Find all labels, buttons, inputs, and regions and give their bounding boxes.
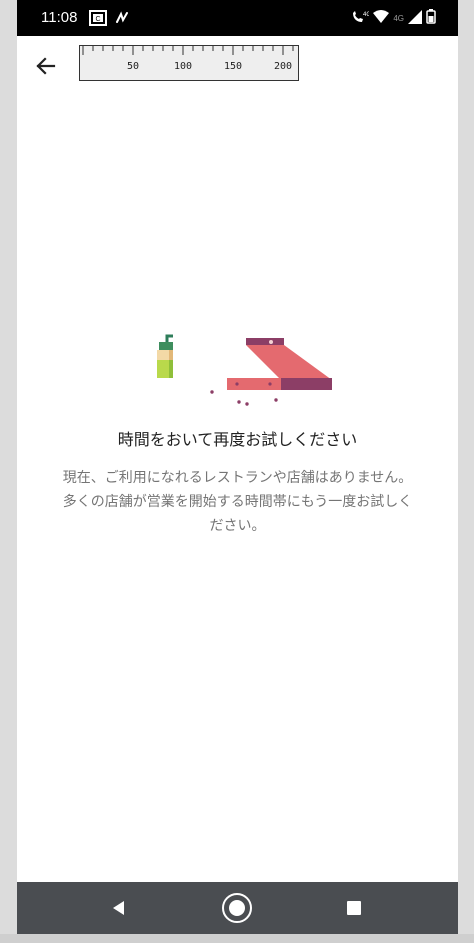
pizza-box-icon [227,338,332,390]
ruler-label-100: 100 [173,61,193,72]
nav-back-button[interactable] [103,892,135,924]
nav-home-button[interactable] [221,892,253,924]
status-time: 11:08 [41,9,78,26]
bottom-edge [0,934,474,943]
main-content: 時間をおいて再度お試しください 現在、ご利用になれるレストランや店舗はありません… [17,96,458,882]
app-bar: 50 100 150 200 [17,36,458,96]
arrow-left-icon [36,57,56,75]
empty-state-description-line-2: 多くの店舗が営業を開始する時間帯にもう一度お試しく [62,494,413,510]
system-nav-bar [17,882,458,934]
empty-state-illustration [157,334,332,406]
ruler-label-200: 200 [273,61,293,72]
squiggle-icon [115,10,129,30]
status-bar: 11:08 C 4G 4G [17,0,458,36]
ruler-label-150: 150 [223,61,243,72]
battery-icon [426,9,436,28]
circle-home-icon [222,893,252,923]
svg-text:4G: 4G [363,12,369,18]
notification-app-icon: C [89,10,107,30]
ruler-overlay: 50 100 150 200 [79,45,299,81]
drink-cup-icon [157,334,173,378]
back-button[interactable] [31,52,59,80]
wifi-icon [373,9,390,28]
ruler-label-50: 50 [126,61,140,72]
network-type-label: 4G [393,14,404,23]
empty-state-description-line-3: ださい。 [209,518,266,534]
empty-state-description-line-1: 現在、ご利用になれるレストランや店舗はありません。 [62,470,413,486]
empty-state-description: 現在、ご利用になれるレストランや店舗はありません。 多くの店舗が営業を開始する時… [45,466,430,538]
phone-screen: 11:08 C 4G 4G 50 100 150 200 時間をおいて再度お試し… [17,0,458,943]
nav-recents-button[interactable] [338,892,370,924]
empty-state-title: 時間をおいて再度お試しください [117,430,358,449]
signal-icon [408,9,422,28]
square-recents-icon [347,901,361,915]
triangle-back-icon [113,901,124,915]
volte-icon: 4G [351,9,372,28]
status-icons: 4G 4G [351,9,436,28]
svg-text:C: C [95,16,100,23]
